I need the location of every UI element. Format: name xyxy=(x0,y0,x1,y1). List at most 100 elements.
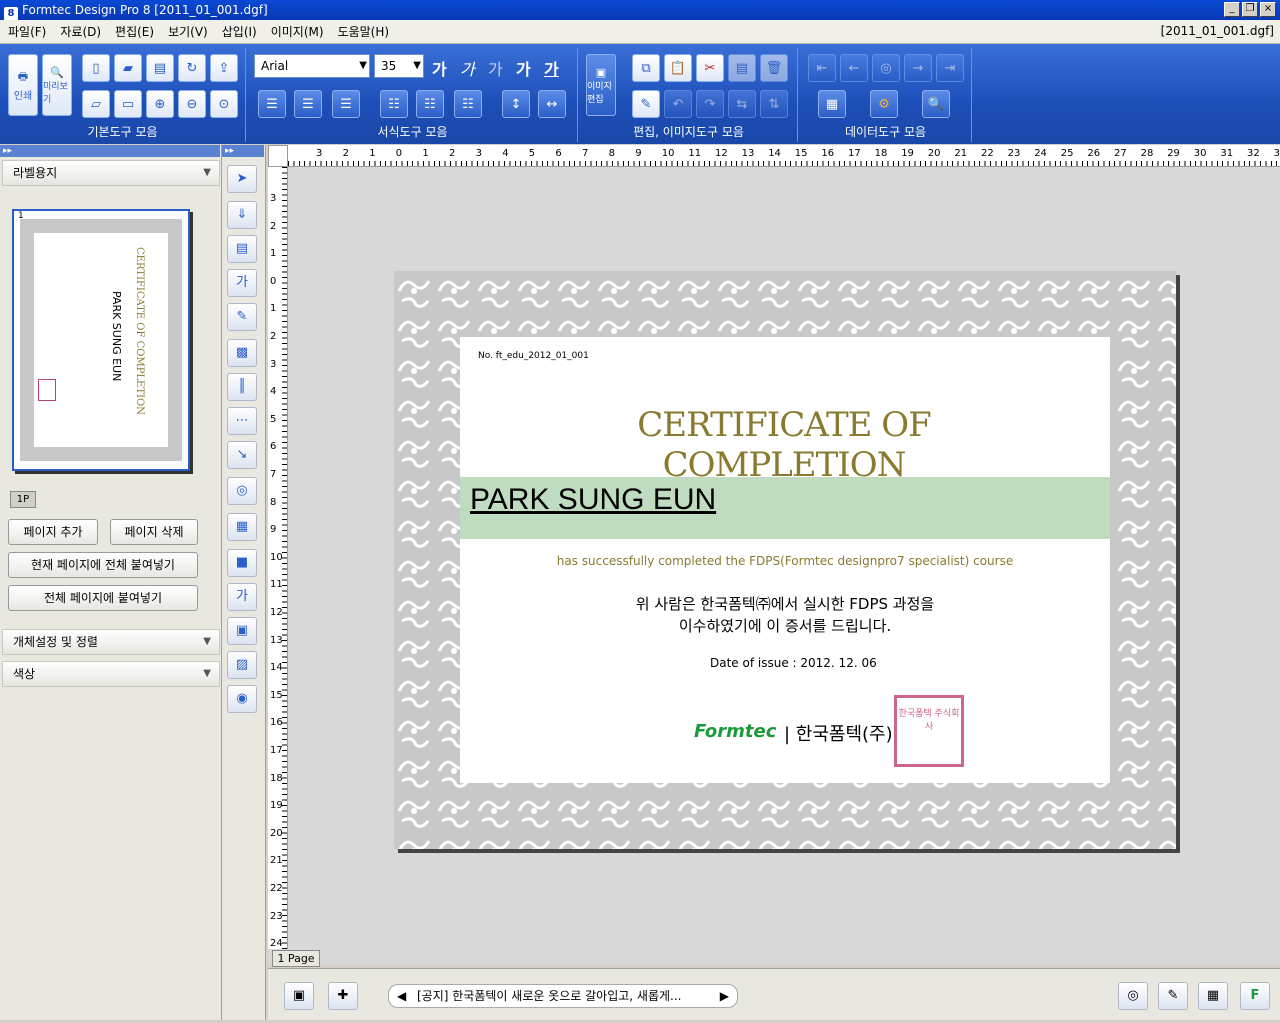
image-edit-button[interactable]: ▣ 이미지편집 xyxy=(586,54,616,116)
zoom-out-button[interactable]: ⊖ xyxy=(178,90,206,118)
data-chart-button[interactable]: ▦ xyxy=(818,90,846,118)
menu-edit[interactable]: 편집(E) xyxy=(115,23,154,40)
menu-image[interactable]: 이미지(M) xyxy=(271,23,324,40)
close-button[interactable]: × xyxy=(1260,2,1276,17)
korean-text-line-2[interactable]: 이수하였기에 이 증서를 드립니다. xyxy=(394,615,1176,636)
font-name-select[interactable]: Arial ▼ xyxy=(254,54,370,78)
new-document-button[interactable]: ▯ xyxy=(82,54,110,82)
align-center-button[interactable]: ☰ xyxy=(294,90,322,118)
data-prev-button[interactable]: ← xyxy=(840,54,868,82)
zoom-fit-button[interactable]: ⊙ xyxy=(210,90,238,118)
page-thumbnail[interactable]: 1 CERTIFICATE OF COMPLETION PARK SUNG EU… xyxy=(12,209,190,471)
restore-button[interactable]: ❐ xyxy=(1242,2,1258,17)
char-spacing-button[interactable]: ↔ xyxy=(538,90,566,118)
label-paper-header[interactable]: 라벨용지 ▼ xyxy=(2,160,220,186)
object-settings-header[interactable]: 개체설정 및 정렬 ▼ xyxy=(2,629,220,655)
left-panel-collapse-bar[interactable]: ▸▸ xyxy=(0,145,220,157)
paste-button[interactable]: 📋 xyxy=(664,54,692,82)
clipboard-button[interactable]: ▤ xyxy=(728,54,756,82)
align-right-button[interactable]: ☰ xyxy=(332,90,360,118)
gradient-tool-button[interactable]: ■ xyxy=(227,549,257,577)
object-toolbar-collapse-bar[interactable]: ▸▸ xyxy=(222,145,264,157)
data-find-button[interactable]: ◎ xyxy=(872,54,900,82)
photo-qr-tool-button[interactable]: ▣ xyxy=(227,617,257,645)
page-tab[interactable]: 1 Page xyxy=(272,950,320,967)
text-tool-button[interactable]: 가 xyxy=(227,269,257,297)
serial-tool-button[interactable]: ⋯ xyxy=(227,407,257,435)
barcode-tool-button[interactable]: ║ xyxy=(227,373,257,401)
date-of-issue[interactable]: Date of issue : 2012. 12. 06 xyxy=(710,656,877,670)
align-left-button[interactable]: ☰ xyxy=(258,90,286,118)
certificate-paper[interactable]: PARK SUNG EUN No. ft_edu_2012_01_001 CER… xyxy=(394,271,1176,849)
shadow-button[interactable]: 가 xyxy=(516,56,531,80)
text-box-tool-button[interactable]: ▤ xyxy=(227,235,257,263)
company-name[interactable]: | 한국폼텍(주) xyxy=(784,720,893,746)
notice-prev-button[interactable]: ◀ xyxy=(397,985,406,1007)
menu-file[interactable]: 파일(F) xyxy=(8,23,46,40)
bold-button[interactable]: 가 xyxy=(432,56,447,80)
certificate-title[interactable]: CERTIFICATE OF COMPLETION xyxy=(514,405,1054,485)
korean-text-line-1[interactable]: 위 사람은 한국폼텍㈜에서 실시한 FDPS 과정을 xyxy=(394,593,1176,614)
notice-text[interactable]: [공지] 한국폼텍이 새로운 옷으로 갈아입고, 새롭게... xyxy=(417,989,682,1003)
font-tool-button[interactable]: 가 xyxy=(227,583,257,611)
edit-note-button[interactable]: ✎ xyxy=(1158,982,1188,1010)
copy-button[interactable]: ⧉ xyxy=(632,54,660,82)
preview-button[interactable]: 🔍 미리보기 xyxy=(42,54,72,116)
menu-data[interactable]: 자료(D) xyxy=(60,23,101,40)
align-top-button[interactable]: ☷ xyxy=(380,90,408,118)
font-size-select[interactable]: 35 ▼ xyxy=(374,54,424,78)
paste-all-current-button[interactable]: 현재 페이지에 전체 붙여넣기 xyxy=(8,552,198,578)
formtec-logo[interactable]: Formtec xyxy=(694,721,776,742)
flip-h-button[interactable]: ⇆ xyxy=(728,90,756,118)
qrcode-tool-button[interactable]: ▩ xyxy=(227,339,257,367)
page-tab-1p[interactable]: 1P xyxy=(10,491,36,508)
import-tool-button[interactable]: ⇓ xyxy=(227,201,257,229)
zoom-in-button[interactable]: ⊕ xyxy=(146,90,174,118)
shape-tool-button[interactable]: ◎ xyxy=(227,477,257,505)
serial-number[interactable]: No. ft_edu_2012_01_001 xyxy=(478,351,589,361)
save-button[interactable]: ▤ xyxy=(146,54,174,82)
menu-insert[interactable]: 삽입(I) xyxy=(222,23,257,40)
italic-button[interactable]: 가 xyxy=(460,56,475,80)
add-page-button[interactable]: 페이지 추가 xyxy=(8,519,98,545)
paste-all-pages-button[interactable]: 전체 페이지에 붙여넣기 xyxy=(8,585,198,611)
undo-button[interactable]: ↶ xyxy=(664,90,692,118)
data-search-button[interactable]: 🔍 xyxy=(922,90,950,118)
data-first-button[interactable]: ⇤ xyxy=(808,54,836,82)
company-seal[interactable]: 한국폼텍 주식회사 xyxy=(894,695,964,767)
open-button[interactable]: ▰ xyxy=(114,54,142,82)
data-settings-button[interactable]: ⚙ xyxy=(870,90,898,118)
data-next-button[interactable]: → xyxy=(904,54,932,82)
delete-button[interactable]: 🗑 xyxy=(760,54,788,82)
align-middle-button[interactable]: ☷ xyxy=(416,90,444,118)
color-header[interactable]: 색상 ▼ xyxy=(2,661,220,687)
table-tool-button[interactable]: ▦ xyxy=(227,513,257,541)
line-spacing-button[interactable]: ↕ xyxy=(502,90,530,118)
image-tool-button[interactable]: ▨ xyxy=(227,651,257,679)
refresh-button[interactable]: ↻ xyxy=(178,54,206,82)
delete-page-button[interactable]: 페이지 삭제 xyxy=(110,519,198,545)
notice-ticker[interactable]: ◀ [공지] 한국폼텍이 새로운 옷으로 갈아입고, 새롭게... ▶ xyxy=(388,984,738,1008)
underline-button[interactable]: 가 xyxy=(544,56,559,80)
export-button[interactable]: ⇪ xyxy=(210,54,238,82)
clipart-tool-button[interactable]: ◉ xyxy=(227,685,257,713)
notice-next-button[interactable]: ▶ xyxy=(720,985,729,1007)
cut-button[interactable]: ✂ xyxy=(696,54,724,82)
select-tool-button[interactable]: ➤ xyxy=(227,165,257,193)
align-bottom-button[interactable]: ☷ xyxy=(454,90,482,118)
store-button[interactable]: ▦ xyxy=(1198,982,1228,1010)
print-button[interactable]: 🖶 인쇄 xyxy=(8,54,38,116)
course-text[interactable]: has successfully completed the FDPS(Form… xyxy=(394,554,1176,568)
formtec-button[interactable]: F xyxy=(1240,982,1270,1010)
canvas-area[interactable]: 3 2 1 0 1 2 3 4 5 6 7 8 9 10 11 12 13 14 15 16 17 18 19 20 21 22 2… xyxy=(268,145,1280,965)
cd-button[interactable]: ◎ xyxy=(1118,982,1148,1010)
folder-button[interactable]: ▭ xyxy=(114,90,142,118)
menu-view[interactable]: 보기(V) xyxy=(168,23,208,40)
wordart-tool-button[interactable]: ✎ xyxy=(227,303,257,331)
format-copy-button[interactable]: ✎ xyxy=(632,90,660,118)
menu-help[interactable]: 도움말(H) xyxy=(338,23,390,40)
line-tool-button[interactable]: ↘ xyxy=(227,441,257,469)
minimize-button[interactable]: _ xyxy=(1224,2,1240,17)
redo-button[interactable]: ↷ xyxy=(696,90,724,118)
qr-photo-button[interactable]: ▣ xyxy=(284,982,314,1010)
